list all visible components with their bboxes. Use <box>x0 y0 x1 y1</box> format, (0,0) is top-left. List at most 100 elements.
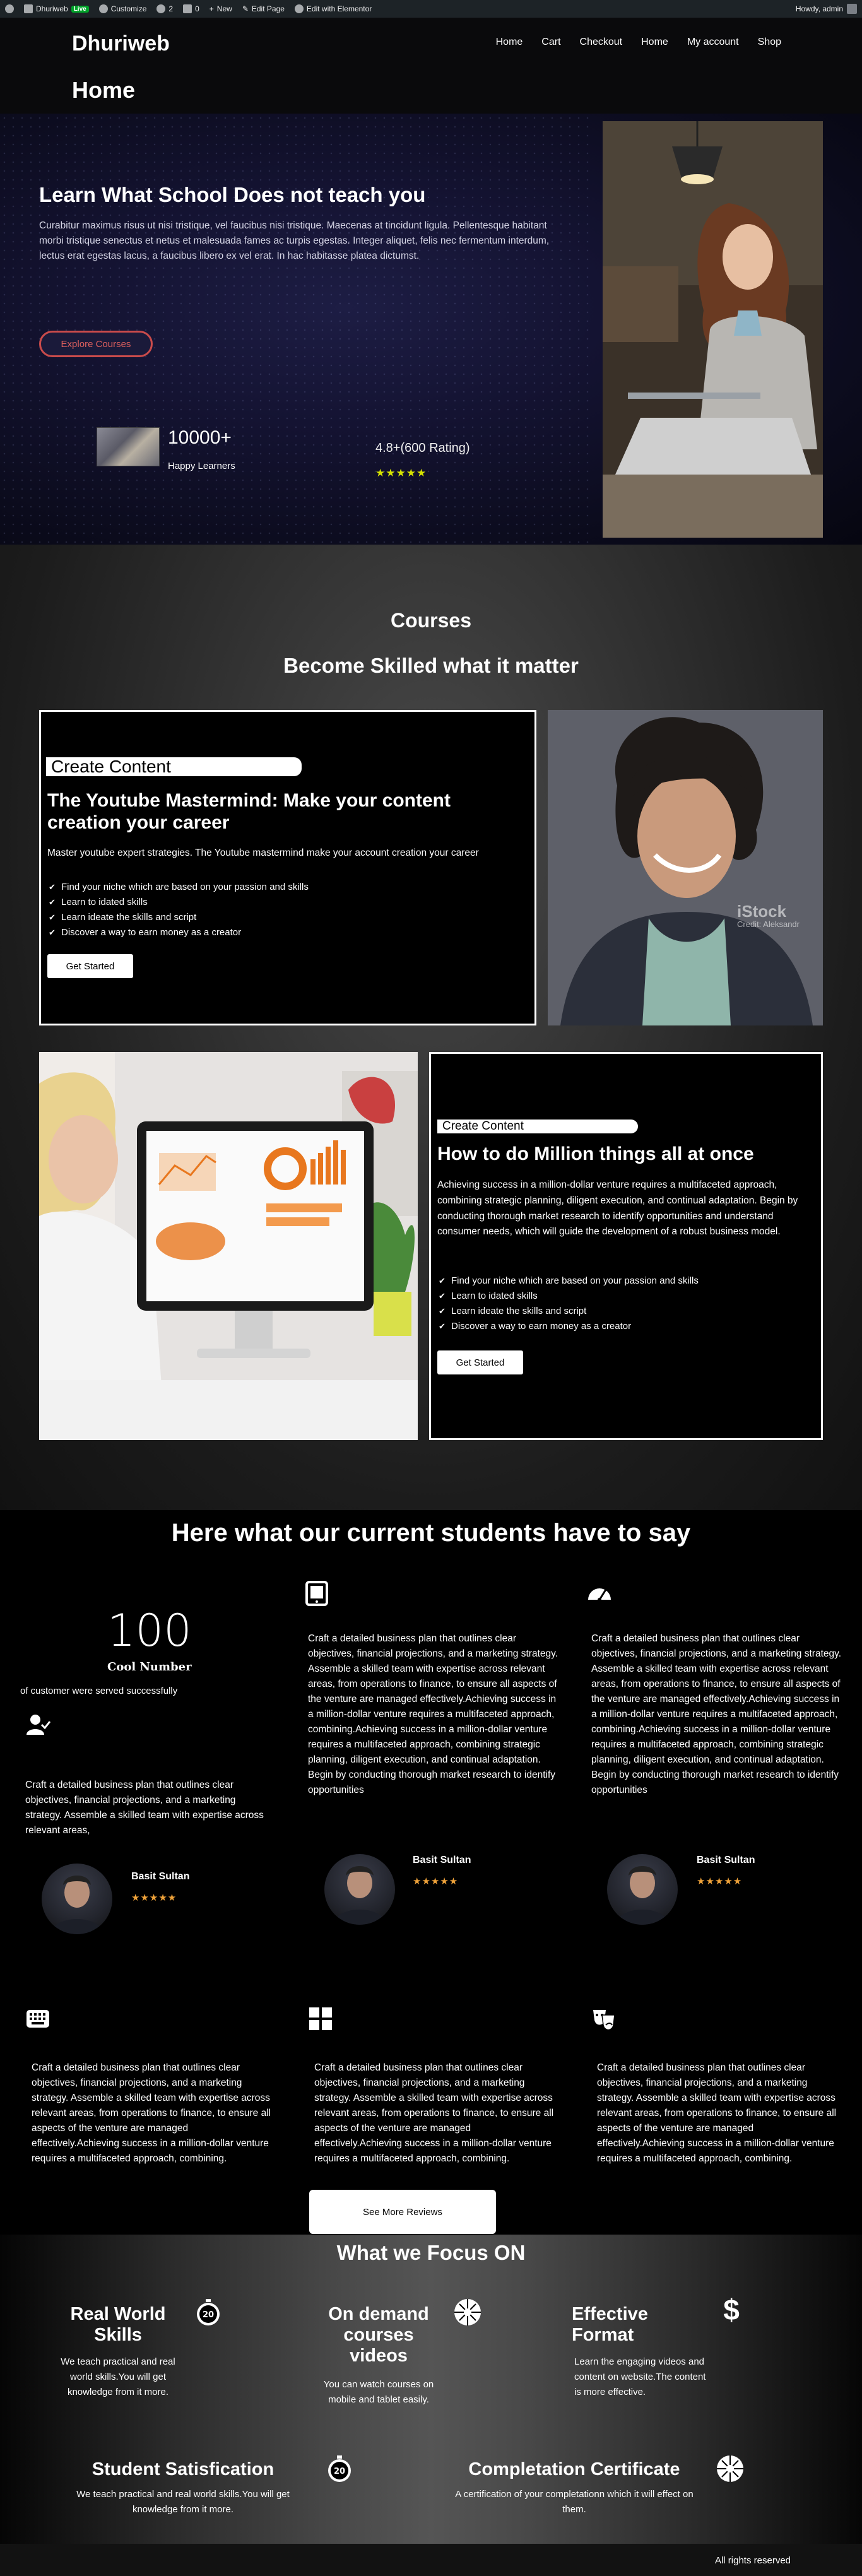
comment-icon <box>183 4 192 13</box>
comments-link[interactable]: 0 <box>183 4 199 13</box>
focus-item-title: Real World Skills <box>70 2304 166 2345</box>
photo-watermark: iStock <box>737 902 787 921</box>
focus-item-desc: We teach practical and real world skills… <box>76 2489 290 2515</box>
nav-item-home[interactable]: Home <box>496 37 523 48</box>
list-item: ✔ Learn ideate the skills and script <box>49 910 309 925</box>
testimonial-text: Craft a detailed business plan that outl… <box>25 1780 264 1836</box>
focus-item-title: On demand courses videos <box>328 2304 429 2366</box>
hero-photo-woman-laptop <box>603 121 823 538</box>
badge-icon <box>454 2299 481 2325</box>
user-check-icon <box>27 1715 50 1735</box>
reviewer-photo <box>333 1866 386 1925</box>
plus-icon: + <box>209 4 214 13</box>
list-item: ✔ Learn ideate the skills and script <box>439 1304 699 1319</box>
list-item: ✔ Discover a way to earn money as a creat… <box>439 1319 699 1334</box>
list-item: ✔ Find your niche which are based on your… <box>439 1273 699 1289</box>
focus-item-title: Effective Format <box>572 2304 648 2345</box>
nav-item-shop[interactable]: Shop <box>758 37 781 48</box>
learners-label: Happy Learners <box>168 461 235 471</box>
live-badge: Live <box>71 5 89 13</box>
stopwatch-icon-text: 20 <box>334 2467 345 2476</box>
check-icon: ✔ <box>49 913 56 922</box>
footer-copyright: All rights reserved <box>714 2555 791 2566</box>
stat-number: 100 <box>107 1605 192 1657</box>
pencil-icon: ✎ <box>242 4 249 13</box>
check-icon: ✔ <box>49 897 56 907</box>
reviewer-avatar <box>42 1864 112 1934</box>
hero-section: Learn What School Does not teach you Cur… <box>0 114 862 545</box>
keyboard-icon <box>27 2010 49 2028</box>
wordpress-logo-icon[interactable] <box>5 4 14 13</box>
updates-icon <box>156 4 166 13</box>
learners-count: 10000+ <box>168 427 232 448</box>
nav-item-home-2[interactable]: Home <box>641 37 668 48</box>
nav-item-cart[interactable]: Cart <box>541 37 560 48</box>
reviewer-avatar <box>324 1854 395 1925</box>
testimonials-title: Here what our current students have to s… <box>171 1519 691 1547</box>
account-menu[interactable]: Howdy, admin <box>796 4 857 14</box>
theater-masks-icon <box>593 2010 615 2031</box>
testimonial-text: Craft a detailed business plan that outl… <box>308 1633 558 1796</box>
gauge-icon <box>588 1588 611 1602</box>
see-more-reviews-button[interactable]: See More Reviews <box>309 2190 496 2234</box>
focus-item-title: Student Satisfication <box>92 2459 275 2479</box>
check-icon: ✔ <box>439 1291 446 1301</box>
course-photo-illustration <box>548 710 823 1025</box>
focus-item-desc: A certification of your completationn wh… <box>455 2489 694 2515</box>
check-icon: ✔ <box>49 928 56 937</box>
hero-photo-illustration <box>603 121 823 538</box>
stopwatch-icon: 20 <box>197 2299 220 2325</box>
page-title: Home <box>72 77 136 103</box>
brush-icon <box>98 4 108 13</box>
check-icon: ✔ <box>439 1321 446 1331</box>
course-description: Master youtube expert strategies. The Yo… <box>47 848 479 858</box>
course-card-million-things: Create Content How to do Million things … <box>429 1052 823 1440</box>
reviewer-name: Basit Sultan <box>131 1871 190 1882</box>
grid-icon <box>309 2007 332 2030</box>
tablet-icon <box>305 1581 328 1606</box>
list-item: ✔ Learn to idated skills <box>49 895 309 910</box>
testimonial-text: Craft a detailed business plan that outl… <box>597 2062 837 2165</box>
courses-heading: Courses <box>390 609 472 632</box>
list-item: ✔ Discover a way to earn money as a creat… <box>49 925 309 940</box>
reviewer-stars: ★★★★★ <box>697 1876 743 1887</box>
get-started-button[interactable]: Get Started <box>437 1350 523 1374</box>
main-nav: Home Cart Checkout Home My account Shop <box>496 37 781 48</box>
testimonial-text: Craft a detailed business plan that outl… <box>591 1633 842 1796</box>
course-bullets: ✔ Find your niche which are based on your… <box>439 1273 699 1334</box>
elementor-icon <box>294 4 304 13</box>
course-photo2-illustration <box>39 1052 418 1440</box>
testimonial-text: Craft a detailed business plan that outl… <box>32 2062 271 2165</box>
edit-elementor-link[interactable]: Edit with Elementor <box>294 4 372 13</box>
stat-description: of customer were served successfully <box>20 1686 178 1696</box>
edit-page-link[interactable]: ✎ Edit Page <box>242 4 285 13</box>
updates-link[interactable]: 2 <box>156 4 173 13</box>
course-tag: Create Content <box>437 1120 638 1133</box>
site-title[interactable]: Dhuriweb <box>72 32 170 56</box>
photo-credit: Credit: Aleksandr <box>737 919 800 929</box>
site-header: Dhuriweb Home Home Cart Checkout Home My… <box>0 18 862 114</box>
nav-item-my-account[interactable]: My account <box>687 37 739 48</box>
reviewer-stars: ★★★★★ <box>131 1893 177 1903</box>
stat-label: Cool Number <box>107 1660 192 1674</box>
hero-title: Learn What School Does not teach you <box>39 183 426 206</box>
rating-text: 4.8+(600 Rating) <box>375 441 470 455</box>
testimonials-section: Here what our current students have to s… <box>0 1510 862 2235</box>
explore-courses-button[interactable]: Explore Courses <box>39 331 153 357</box>
world-map-background <box>0 114 593 545</box>
course-title: The Youtube Mastermind: Make your conten… <box>47 790 451 833</box>
admin-site-link[interactable]: Dhuriweb Live <box>24 4 89 13</box>
new-content-link[interactable]: + New <box>210 4 232 13</box>
focus-title: What we Focus ON <box>336 2241 526 2264</box>
stopwatch-icon: 20 <box>328 2455 351 2482</box>
course-card-youtube: Create Content The Youtube Mastermind: M… <box>39 710 536 1025</box>
reviewer-stars: ★★★★★ <box>413 1876 459 1887</box>
course-photo-young-man: iStock Credit: Aleksandr <box>548 710 823 1025</box>
nav-item-checkout[interactable]: Checkout <box>580 37 623 48</box>
focus-item-title: Completation Certificate <box>468 2459 680 2479</box>
testimonial-text: Craft a detailed business plan that outl… <box>314 2062 554 2165</box>
get-started-button[interactable]: Get Started <box>47 954 133 978</box>
home-icon <box>24 4 33 13</box>
courses-subtitle: Become Skilled what it matter <box>283 654 579 677</box>
customize-link[interactable]: Customize <box>98 4 146 13</box>
